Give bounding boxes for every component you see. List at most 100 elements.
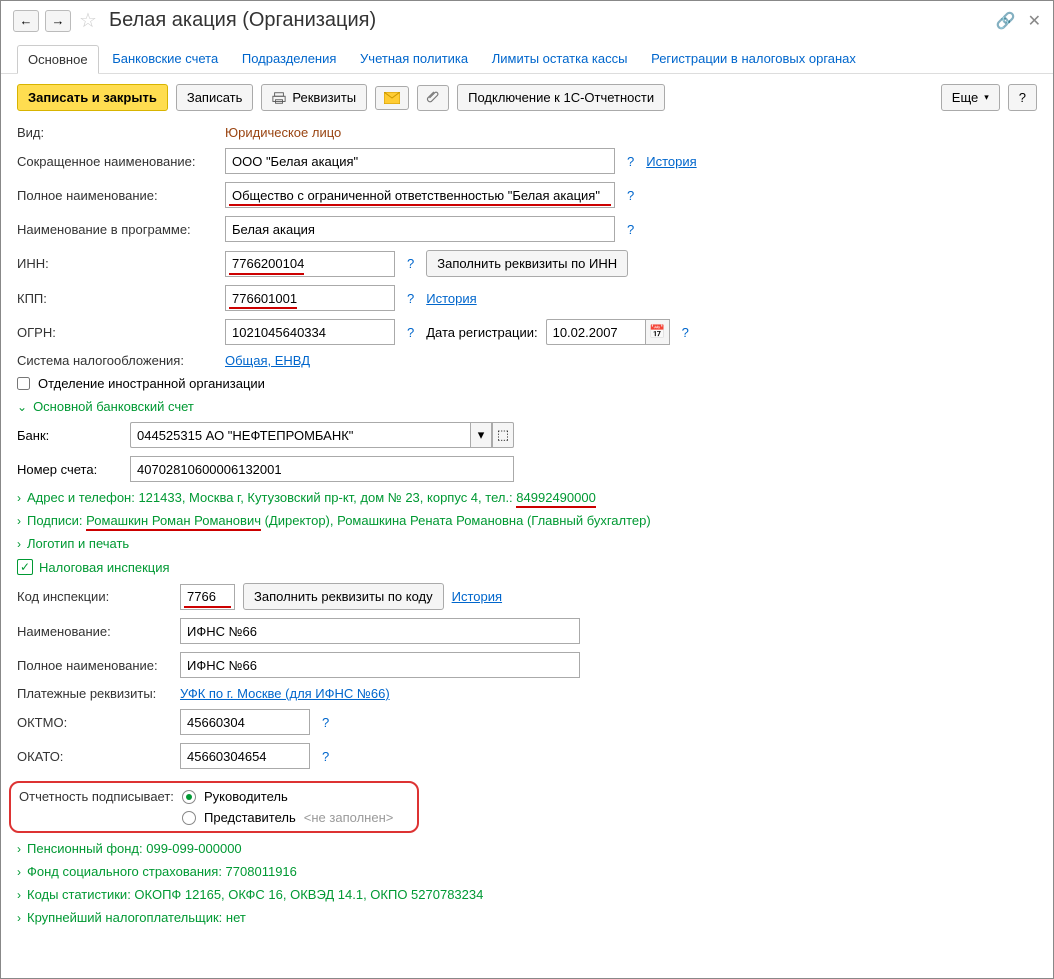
bank-label: Банк:: [17, 428, 122, 443]
main-taxpayer-expander[interactable]: › Крупнейший налогоплательщик: нет: [17, 910, 1037, 925]
fill-by-code-button[interactable]: Заполнить реквизиты по коду: [243, 583, 444, 610]
connect-1c-button[interactable]: Подключение к 1С-Отчетности: [457, 84, 665, 111]
account-label: Номер счета:: [17, 462, 122, 477]
reg-date-help[interactable]: ?: [678, 325, 693, 340]
bank-open-button[interactable]: ⬚: [492, 422, 514, 448]
paperclip-icon: [426, 91, 440, 105]
program-name-label: Наименование в программе:: [17, 222, 217, 237]
pension-fund-label: Пенсионный фонд: 099-099-000000: [27, 841, 242, 856]
signatures-text: Подписи: Ромашкин Роман Романович (Дирек…: [27, 513, 651, 528]
kind-value: Юридическое лицо: [225, 125, 341, 140]
payment-details-label: Платежные реквизиты:: [17, 686, 172, 701]
chevron-right-icon: ›: [17, 911, 21, 925]
payment-details-link[interactable]: УФК по г. Москве (для ИФНС №66): [180, 686, 390, 701]
fill-by-inn-button[interactable]: Заполнить реквизиты по ИНН: [426, 250, 628, 277]
more-button-label: Еще: [952, 90, 978, 105]
fss-label: Фонд социального страхования: 7708011916: [27, 864, 297, 879]
mail-button[interactable]: [375, 86, 409, 110]
full-name-label: Полное наименование:: [17, 188, 217, 203]
chevron-right-icon: ›: [17, 537, 21, 551]
logo-stamp-expander[interactable]: › Логотип и печать: [17, 536, 1037, 551]
tax-inspection-expander[interactable]: ✓ Налоговая инспекция: [17, 559, 1037, 575]
kpp-help[interactable]: ?: [403, 291, 418, 306]
main-bank-account-expander[interactable]: ⌄ Основной банковский счет: [17, 399, 1037, 414]
main-bank-account-label: Основной банковский счет: [33, 399, 194, 414]
oktmo-label: ОКТМО:: [17, 715, 172, 730]
favorite-star-icon[interactable]: ☆: [77, 10, 99, 32]
main-taxpayer-label: Крупнейший налогоплательщик: нет: [27, 910, 246, 925]
tab-tax-registrations[interactable]: Регистрации в налоговых органах: [641, 45, 866, 72]
chevron-right-icon: ›: [17, 865, 21, 879]
report-signer-highlight-box: Отчетность подписывает: Руководитель Пре…: [9, 781, 419, 833]
inspection-code-label: Код инспекции:: [17, 589, 172, 604]
arrow-right-icon: →: [52, 13, 65, 28]
kpp-history-link[interactable]: История: [426, 291, 476, 306]
chevron-right-icon: ›: [17, 888, 21, 902]
link-icon[interactable]: 🔗: [996, 11, 1016, 31]
arrow-left-icon: ←: [20, 13, 33, 28]
okato-input[interactable]: [180, 743, 310, 769]
tab-main[interactable]: Основное: [17, 45, 99, 74]
back-button[interactable]: ←: [13, 10, 39, 32]
oktmo-input[interactable]: [180, 709, 310, 735]
reg-date-label: Дата регистрации:: [426, 325, 537, 340]
bank-input[interactable]: [130, 422, 470, 448]
stat-codes-label: Коды статистики: ОКОПФ 12165, ОКФС 16, О…: [27, 887, 483, 902]
page-title: Белая акация (Организация): [109, 9, 376, 32]
signer-head-label: Руководитель: [204, 789, 288, 804]
tax-system-link[interactable]: Общая, ЕНВД: [225, 353, 310, 368]
reg-date-input[interactable]: [546, 319, 646, 345]
signatures-expander[interactable]: › Подписи: Ромашкин Роман Романович (Дир…: [17, 513, 1037, 528]
full-name-help[interactable]: ?: [623, 188, 638, 203]
inspection-history-link[interactable]: История: [452, 589, 502, 604]
tax-inspection-label: Налоговая инспекция: [39, 560, 170, 575]
signer-rep-radio[interactable]: [182, 811, 196, 825]
inspection-full-label: Полное наименование:: [17, 658, 172, 673]
attach-button[interactable]: [417, 85, 449, 111]
inspection-name-input[interactable]: [180, 618, 580, 644]
report-signer-label: Отчетность подписывает:: [19, 789, 174, 804]
ogrn-label: ОГРН:: [17, 325, 217, 340]
inn-help[interactable]: ?: [403, 256, 418, 271]
inspection-full-input[interactable]: [180, 652, 580, 678]
program-name-help[interactable]: ?: [623, 222, 638, 237]
fss-expander[interactable]: › Фонд социального страхования: 77080119…: [17, 864, 1037, 879]
short-name-history-link[interactable]: История: [646, 154, 696, 169]
forward-button[interactable]: →: [45, 10, 71, 32]
short-name-help[interactable]: ?: [623, 154, 638, 169]
more-button[interactable]: Еще ▾: [941, 84, 1000, 111]
chevron-right-icon: ›: [17, 514, 21, 528]
help-button[interactable]: ?: [1008, 84, 1037, 111]
tab-accounting-policy[interactable]: Учетная политика: [350, 45, 478, 72]
tab-cash-limits[interactable]: Лимиты остатка кассы: [482, 45, 638, 72]
props-button[interactable]: Реквизиты: [261, 84, 367, 111]
stat-codes-expander[interactable]: › Коды статистики: ОКОПФ 12165, ОКФС 16,…: [17, 887, 1037, 902]
chevron-right-icon: ›: [17, 491, 21, 505]
ogrn-input[interactable]: [225, 319, 395, 345]
chevron-down-icon: ⌄: [17, 400, 27, 414]
bank-dropdown-button[interactable]: ▾: [470, 422, 492, 448]
account-input[interactable]: [130, 456, 514, 482]
program-name-input[interactable]: [225, 216, 615, 242]
tab-bank-accounts[interactable]: Банковские счета: [102, 45, 228, 72]
foreign-branch-checkbox[interactable]: [17, 377, 30, 390]
short-name-input[interactable]: [225, 148, 615, 174]
save-close-button[interactable]: Записать и закрыть: [17, 84, 168, 111]
okato-help[interactable]: ?: [318, 749, 333, 764]
close-icon[interactable]: ✕: [1028, 11, 1041, 31]
signer-head-radio[interactable]: [182, 790, 196, 804]
inspection-name-label: Наименование:: [17, 624, 172, 639]
foreign-branch-label: Отделение иностранной организации: [38, 376, 265, 391]
pension-fund-expander[interactable]: › Пенсионный фонд: 099-099-000000: [17, 841, 1037, 856]
mail-icon: [384, 92, 400, 104]
tab-departments[interactable]: Подразделения: [232, 45, 347, 72]
inn-label: ИНН:: [17, 256, 217, 271]
calendar-button[interactable]: 📅: [646, 319, 670, 345]
props-button-label: Реквизиты: [292, 90, 356, 105]
printer-icon: [272, 91, 286, 105]
address-phone-expander[interactable]: › Адрес и телефон: 121433, Москва г, Кут…: [17, 490, 1037, 505]
oktmo-help[interactable]: ?: [318, 715, 333, 730]
ogrn-help[interactable]: ?: [403, 325, 418, 340]
save-button[interactable]: Записать: [176, 84, 254, 111]
chevron-down-icon: ▾: [984, 92, 989, 103]
